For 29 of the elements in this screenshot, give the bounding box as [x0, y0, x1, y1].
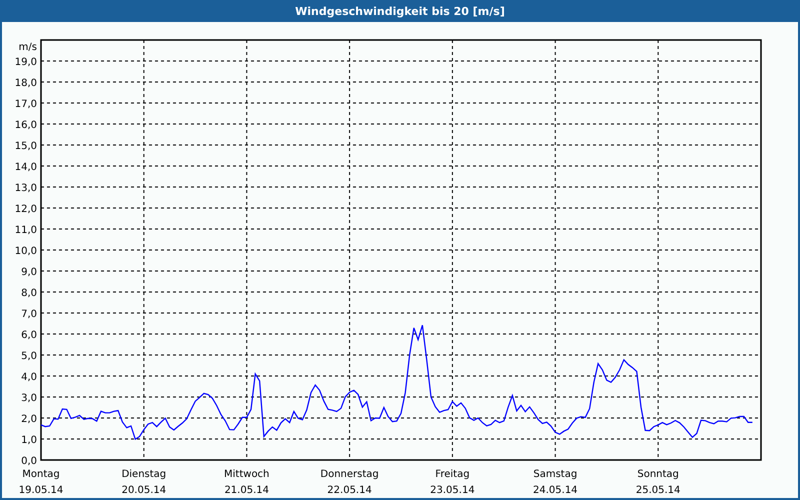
y-tick-label: 1,0 — [21, 435, 37, 446]
y-tick-label: 3,0 — [21, 393, 37, 404]
x-tick-label: Donnerstag 22.05.14 — [320, 469, 379, 496]
y-tick-label: 4,0 — [21, 372, 37, 383]
x-tick-label: Dienstag 20.05.14 — [122, 469, 166, 496]
x-tick-label: Mittwoch 21.05.14 — [224, 469, 270, 496]
y-tick-label: 2,0 — [21, 414, 37, 425]
y-tick-label: 15,0 — [14, 141, 37, 152]
y-tick-label: 18,0 — [14, 78, 37, 89]
y-tick-label: 14,0 — [14, 162, 37, 173]
y-tick-label: 13,0 — [14, 183, 37, 194]
y-tick-label: 11,0 — [14, 225, 37, 236]
y-tick-label: 9,0 — [21, 267, 37, 278]
y-tick-label: 8,0 — [21, 288, 37, 299]
x-tick-label: Freitag 23.05.14 — [430, 469, 475, 496]
x-tick-label: Sonntag 25.05.14 — [636, 469, 680, 496]
y-tick-label: 17,0 — [14, 99, 37, 110]
y-tick-label: 10,0 — [14, 246, 37, 257]
y-axis-unit: m/s — [18, 42, 37, 53]
y-tick-label: 6,0 — [21, 330, 37, 341]
y-tick-label: 19,0 — [14, 57, 37, 68]
y-tick-label: 7,0 — [21, 309, 37, 320]
x-tick-label: Montag 19.05.14 — [18, 469, 64, 496]
y-tick-label: 12,0 — [14, 204, 37, 215]
y-tick-label: 5,0 — [21, 351, 37, 362]
chart-title: Windgeschwindigkeit bis 20 [m/s] — [0, 0, 800, 22]
y-tick-label: 16,0 — [14, 120, 37, 131]
y-tick-label: 0,0 — [21, 456, 37, 467]
x-tick-label: Samstag 24.05.14 — [533, 469, 578, 496]
